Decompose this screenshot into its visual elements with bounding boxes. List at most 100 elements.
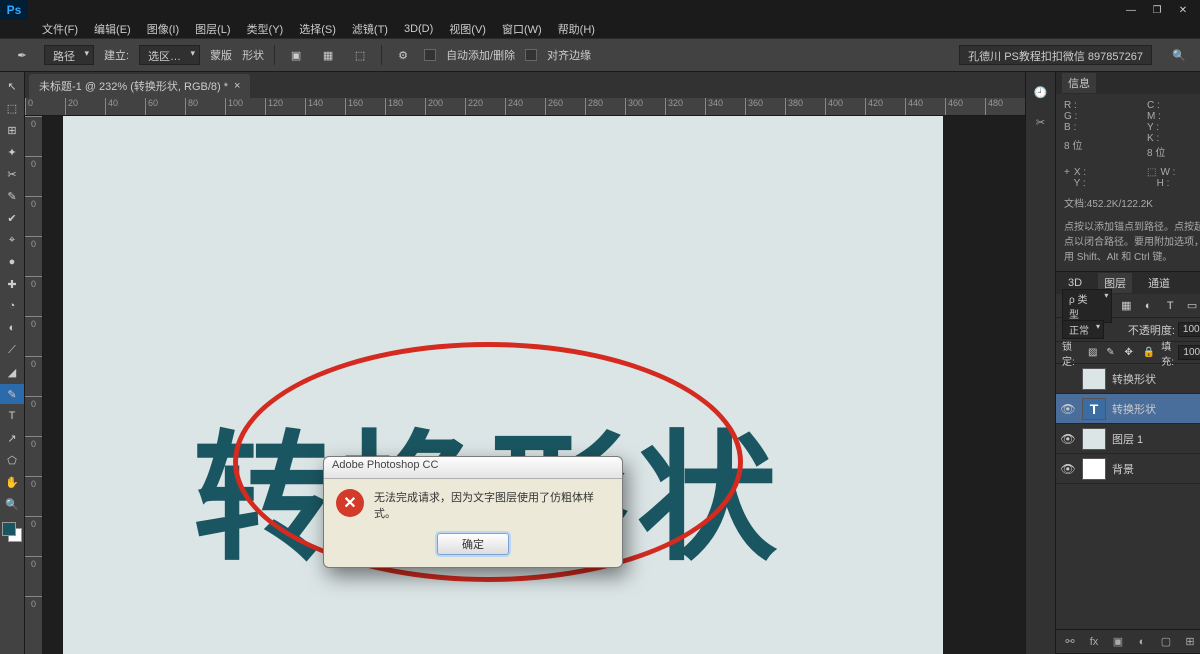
- info-x-label: X :: [1074, 167, 1086, 178]
- brush-tool[interactable]: ⌖: [0, 230, 24, 250]
- tab-close-icon[interactable]: ×: [234, 80, 240, 92]
- layer-style-icon[interactable]: fx: [1086, 636, 1102, 648]
- panel-strip: 🕘 ✂: [1025, 72, 1055, 654]
- info-bit1: 8 位: [1064, 137, 1082, 152]
- layer-row[interactable]: 👁背景🔒: [1056, 454, 1200, 484]
- pen-tool[interactable]: ✎: [0, 384, 24, 404]
- visibility-toggle[interactable]: 👁: [1060, 462, 1076, 476]
- visibility-toggle[interactable]: 👁: [1060, 432, 1076, 446]
- opacity-value[interactable]: 100%: [1178, 322, 1200, 337]
- layer-thumbnail[interactable]: [1082, 428, 1106, 450]
- layer-name[interactable]: 背景: [1112, 461, 1200, 477]
- menu-file[interactable]: 文件(F): [36, 19, 84, 39]
- dodge-tool[interactable]: ◢: [0, 362, 24, 382]
- lock-position-icon[interactable]: ✥: [1124, 347, 1136, 358]
- layer-name[interactable]: 转换形状: [1112, 371, 1200, 387]
- layer-row[interactable]: 👁 图层 1: [1056, 424, 1200, 454]
- menu-layer[interactable]: 图层(L): [189, 19, 236, 39]
- menu-view[interactable]: 视图(V): [443, 19, 492, 39]
- layer-thumbnail[interactable]: [1082, 368, 1106, 390]
- filter-adjust-icon[interactable]: ◐: [1140, 300, 1156, 312]
- gradient-tool[interactable]: ◐: [0, 318, 24, 338]
- menu-edit[interactable]: 编辑(E): [88, 19, 137, 39]
- menu-select[interactable]: 选择(S): [293, 19, 342, 39]
- document-tab[interactable]: 未标题-1 @ 232% (转换形状, RGB/8) * ×: [29, 74, 250, 98]
- layers-footer: ⚯ fx ▣ ◐ ▢ ⊞ 🗑: [1056, 629, 1200, 653]
- pen-tool-icon[interactable]: ✒: [10, 43, 34, 67]
- maximize-button[interactable]: ❐: [1146, 2, 1168, 18]
- healing-tool[interactable]: ✔: [0, 208, 24, 228]
- magic-wand-tool[interactable]: ✦: [0, 142, 24, 162]
- shape-tool[interactable]: ⬠: [0, 450, 24, 470]
- menu-filter[interactable]: 滤镜(T): [346, 19, 394, 39]
- layer-row[interactable]: 👁 T 转换形状: [1056, 394, 1200, 424]
- lock-all-icon[interactable]: 🔒: [1143, 347, 1155, 358]
- gear-icon[interactable]: ⚙: [392, 44, 414, 66]
- menu-3d[interactable]: 3D(D): [398, 21, 439, 37]
- path-combine-icon[interactable]: ▣: [285, 44, 307, 66]
- adjustment-layer-icon[interactable]: ◐: [1134, 636, 1150, 648]
- new-layer-icon[interactable]: ⊞: [1182, 635, 1198, 648]
- ruler-tick: 0: [25, 356, 42, 396]
- history-brush-tool[interactable]: ✚: [0, 274, 24, 294]
- make-selection-button[interactable]: 选区…: [139, 45, 200, 65]
- menu-window[interactable]: 窗口(W): [496, 19, 548, 39]
- info-y-label: Y :: [1147, 122, 1159, 133]
- layer-row[interactable]: 转换形状: [1056, 364, 1200, 394]
- marquee-tool[interactable]: ⬚: [0, 98, 24, 118]
- layer-filter-type[interactable]: ρ 类型: [1062, 289, 1112, 323]
- eraser-tool[interactable]: ◔: [0, 296, 24, 316]
- path-arrange-icon[interactable]: ⬚: [349, 44, 371, 66]
- lock-image-icon[interactable]: ✎: [1106, 347, 1118, 358]
- ruler-tick: 0: [25, 436, 42, 476]
- filter-shape-icon[interactable]: ▭: [1184, 299, 1200, 312]
- group-icon[interactable]: ▢: [1158, 635, 1174, 648]
- dialog-ok-button[interactable]: 确定: [437, 533, 509, 555]
- path-mode-dropdown[interactable]: 路径: [44, 45, 94, 65]
- canvas-viewport[interactable]: 转换形状 Adobe Photoshop CC ✕ 无法完成请求，因为文字图层使…: [43, 116, 1025, 654]
- layer-thumbnail[interactable]: [1082, 458, 1106, 480]
- layer-name[interactable]: 图层 1: [1112, 431, 1200, 447]
- blend-mode-dropdown[interactable]: 正常: [1062, 320, 1104, 339]
- visibility-toggle[interactable]: 👁: [1060, 402, 1076, 416]
- shape-button[interactable]: 形状: [242, 47, 264, 63]
- auto-add-checkbox[interactable]: [424, 49, 436, 61]
- snap-edges-checkbox[interactable]: [525, 49, 537, 61]
- menu-type[interactable]: 类型(Y): [241, 19, 290, 39]
- mask-button[interactable]: 蒙版: [210, 47, 232, 63]
- lock-transparent-icon[interactable]: ▨: [1088, 347, 1100, 358]
- zoom-tool[interactable]: 🔍: [0, 494, 24, 514]
- menu-help[interactable]: 帮助(H): [552, 19, 601, 39]
- ruler-tick: 460: [945, 98, 985, 115]
- blur-tool[interactable]: ⟋: [0, 340, 24, 360]
- options-bar: ✒ 路径 建立: 选区… 蒙版 形状 ▣ ▦ ⬚ ⚙ 自动添加/删除 对齐边缘 …: [0, 38, 1200, 72]
- close-button[interactable]: ✕: [1172, 2, 1194, 18]
- color-swatch[interactable]: [2, 522, 22, 542]
- foreground-color[interactable]: [2, 522, 16, 536]
- history-panel-icon[interactable]: 🕘: [1031, 82, 1051, 102]
- minimize-button[interactable]: —: [1120, 2, 1142, 18]
- link-layers-icon[interactable]: ⚯: [1062, 635, 1078, 648]
- hand-tool[interactable]: ✋: [0, 472, 24, 492]
- crop-tool[interactable]: ✂: [0, 164, 24, 184]
- layer-mask-icon[interactable]: ▣: [1110, 635, 1126, 648]
- search-icon[interactable]: 🔍: [1168, 44, 1190, 66]
- path-align-icon[interactable]: ▦: [317, 44, 339, 66]
- lasso-tool[interactable]: ⊞: [0, 120, 24, 140]
- path-select-tool[interactable]: ↗: [0, 428, 24, 448]
- type-tool[interactable]: T: [0, 406, 24, 426]
- menu-image[interactable]: 图像(I): [141, 19, 185, 39]
- properties-panel-icon[interactable]: ✂: [1031, 112, 1051, 132]
- tutorial-watermark: 孔德川 PS教程扣扣微信 897857267: [959, 45, 1152, 65]
- ruler-tick: 300: [625, 98, 665, 115]
- tab-channels[interactable]: 通道: [1142, 273, 1176, 293]
- layer-thumbnail[interactable]: T: [1082, 398, 1106, 420]
- eyedropper-tool[interactable]: ✎: [0, 186, 24, 206]
- layer-name[interactable]: 转换形状: [1112, 401, 1200, 417]
- move-tool[interactable]: ↖: [0, 76, 24, 96]
- filter-image-icon[interactable]: ▦: [1118, 299, 1134, 312]
- info-tab[interactable]: 信息: [1062, 73, 1096, 93]
- stamp-tool[interactable]: ●: [0, 252, 24, 272]
- fill-value[interactable]: 100%: [1178, 345, 1200, 360]
- filter-type-icon[interactable]: T: [1162, 300, 1178, 312]
